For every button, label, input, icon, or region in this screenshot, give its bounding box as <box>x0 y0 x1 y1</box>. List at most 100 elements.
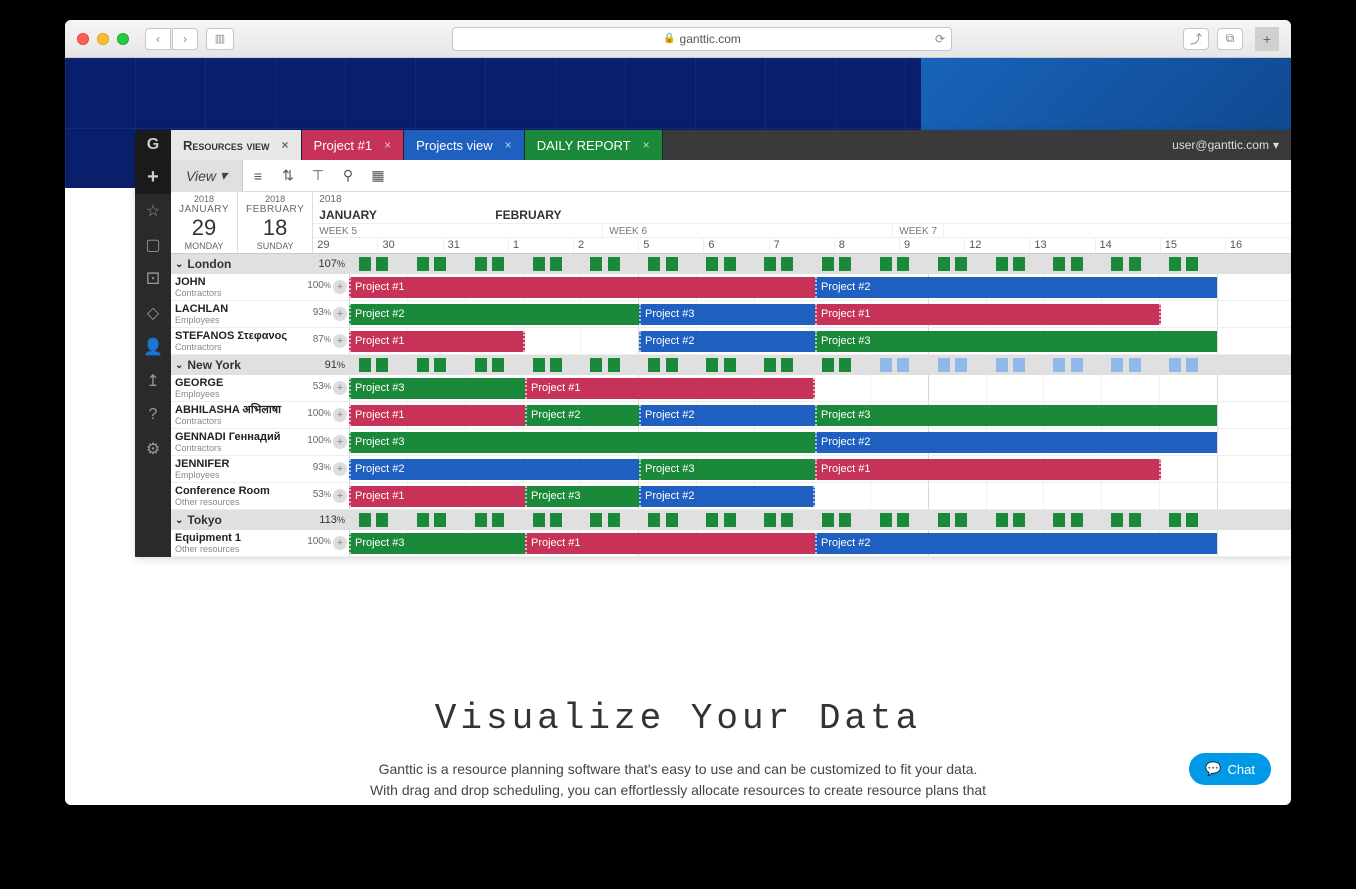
timeline-row[interactable]: Project #3Project #1Project #2 <box>349 530 1291 557</box>
sidebar-toggle-button[interactable]: ▥ <box>206 28 234 50</box>
task-bar[interactable]: Project #1 <box>349 277 815 298</box>
day-label: 14 <box>1096 238 1161 253</box>
add-task-icon[interactable]: + <box>333 280 347 294</box>
close-icon[interactable]: × <box>505 138 512 152</box>
chat-button[interactable]: 💬 Chat <box>1189 753 1271 785</box>
new-tab-button[interactable]: + <box>1255 27 1279 51</box>
gear-icon[interactable]: ⚙ <box>135 432 171 466</box>
task-bar[interactable]: Project #1 <box>349 486 525 507</box>
resource-row[interactable]: LACHLANEmployees93%+ <box>171 301 349 328</box>
add-task-icon[interactable]: + <box>333 462 347 476</box>
window-zoom-button[interactable] <box>117 33 129 45</box>
task-bar[interactable]: Project #3 <box>525 486 639 507</box>
list-icon[interactable]: ≡ <box>243 160 273 191</box>
task-bar[interactable]: Project #3 <box>639 459 815 480</box>
tab-1[interactable]: Project #1× <box>302 130 405 160</box>
task-bar[interactable]: Project #2 <box>525 405 639 426</box>
close-icon[interactable]: × <box>384 138 391 152</box>
add-icon[interactable]: + <box>135 160 171 194</box>
timeline-row[interactable]: Project #1 Project #2Project #3 <box>349 328 1291 355</box>
view-dropdown[interactable]: View▾ <box>171 160 243 191</box>
timeline-row[interactable]: Project #1Project #3Project #2 <box>349 483 1291 510</box>
timeline-row[interactable]: Project #3Project #2 <box>349 429 1291 456</box>
add-task-icon[interactable]: + <box>333 489 347 503</box>
tab-2[interactable]: Projects view× <box>404 130 525 160</box>
filter-icon[interactable]: ⚲ <box>333 160 363 191</box>
add-task-icon[interactable]: + <box>333 334 347 348</box>
task-bar[interactable]: Project #3 <box>815 331 1217 352</box>
calendar-icon[interactable]: ▦ <box>363 160 393 191</box>
marketing-body: Ganttic is a resource planning software … <box>368 759 988 805</box>
task-bar[interactable]: Project #2 <box>349 459 639 480</box>
task-bar[interactable]: Project #2 <box>639 331 815 352</box>
drop-icon[interactable]: ◇ <box>135 296 171 330</box>
user-icon[interactable]: 👤 <box>135 330 171 364</box>
add-task-icon[interactable]: + <box>333 307 347 321</box>
share-button[interactable]: ⤴ <box>1183 28 1209 50</box>
task-bar[interactable]: Project #3 <box>349 432 815 453</box>
import-icon[interactable]: ↥ <box>135 364 171 398</box>
add-task-icon[interactable]: + <box>333 408 347 422</box>
resource-row[interactable]: Conference RoomOther resources53%+ <box>171 483 349 510</box>
resource-row[interactable]: GENNADI ГеннадийContractors100%+ <box>171 429 349 456</box>
task-bar[interactable]: Project #1 <box>815 304 1161 325</box>
add-task-icon[interactable]: + <box>333 381 347 395</box>
folder-icon[interactable]: ⚀ <box>135 262 171 296</box>
task-bar[interactable]: Project #1 <box>815 459 1161 480</box>
task-bar[interactable]: Project #2 <box>639 405 815 426</box>
close-icon[interactable]: × <box>282 138 289 152</box>
resource-row[interactable]: JOHNContractors100%+ <box>171 274 349 301</box>
add-task-icon[interactable]: + <box>333 435 347 449</box>
tab-0[interactable]: Resources view× <box>171 130 302 160</box>
add-task-icon[interactable]: + <box>333 536 347 550</box>
task-bar[interactable]: Project #2 <box>815 533 1217 554</box>
task-bar[interactable]: Project #2 <box>815 277 1217 298</box>
forward-button[interactable]: › <box>172 28 198 50</box>
task-bar[interactable]: Project #1 <box>525 533 815 554</box>
tabs-button[interactable]: ⧉ <box>1217 28 1243 50</box>
task-bar[interactable]: Project #1 <box>349 405 525 426</box>
tab-3[interactable]: DAILY REPORT× <box>525 130 663 160</box>
group-header[interactable]: ⌄Tokyo113% <box>171 510 349 530</box>
star-icon[interactable]: ☆ <box>135 194 171 228</box>
app-logo[interactable]: G <box>135 130 171 160</box>
task-bar[interactable]: Project #3 <box>639 304 815 325</box>
task-bar[interactable]: Project #3 <box>349 533 525 554</box>
resource-row[interactable]: STEFANOS ΣτεφανοςContractors87%+ <box>171 328 349 355</box>
task-bar[interactable]: Project #2 <box>639 486 815 507</box>
task-bar[interactable]: Project #1 <box>349 331 525 352</box>
timeline-row[interactable]: Project #1Project #2 <box>349 274 1291 301</box>
sort-icon[interactable]: ⇅ <box>273 160 303 191</box>
timeline-row[interactable]: Project #2Project #3Project #1 <box>349 456 1291 483</box>
week-label: WEEK 5 <box>313 224 603 237</box>
resource-row[interactable]: GEORGEEmployees53%+ <box>171 375 349 402</box>
resource-row[interactable]: Equipment 1Other resources100%+ <box>171 530 349 557</box>
next-date[interactable]: 2018 FEBRUARY 18 SUNDAY <box>238 192 313 253</box>
timeline-row[interactable]: Project #3Project #1 <box>349 375 1291 402</box>
group-header[interactable]: ⌄London107% <box>171 254 349 274</box>
user-menu[interactable]: user@ganttic.com▾ <box>1160 130 1291 160</box>
date-header: 2018 JANUARY 29 MONDAY 2018 FEBRUARY 18 … <box>135 192 1291 254</box>
task-bar[interactable]: Project #3 <box>349 378 525 399</box>
address-bar[interactable]: 🔒 ganttic.com ⟳ <box>452 27 952 51</box>
task-bar[interactable]: Project #3 <box>815 405 1217 426</box>
group-header[interactable]: ⌄New York91% <box>171 355 349 375</box>
help-icon[interactable]: ? <box>135 398 171 432</box>
resource-row[interactable]: ABHILASHA अभिलाषाContractors100%+ <box>171 402 349 429</box>
paint-icon[interactable]: ⊤ <box>303 160 333 191</box>
back-button[interactable]: ‹ <box>145 28 171 50</box>
day-label: 12 <box>965 238 1030 253</box>
close-icon[interactable]: × <box>643 138 650 152</box>
window-minimize-button[interactable] <box>97 33 109 45</box>
resource-row[interactable]: JENNIFEREmployees93%+ <box>171 456 349 483</box>
timeline-column[interactable]: Project #1Project #2Project #2Project #3… <box>349 254 1291 557</box>
file-icon[interactable]: ▢ <box>135 228 171 262</box>
timeline-row[interactable]: Project #2Project #3Project #1 <box>349 301 1291 328</box>
window-close-button[interactable] <box>77 33 89 45</box>
reload-icon[interactable]: ⟳ <box>935 32 945 46</box>
current-date[interactable]: 2018 JANUARY 29 MONDAY <box>171 192 238 253</box>
timeline-row[interactable]: Project #1Project #2Project #2Project #3 <box>349 402 1291 429</box>
task-bar[interactable]: Project #2 <box>349 304 639 325</box>
task-bar[interactable]: Project #1 <box>525 378 815 399</box>
task-bar[interactable]: Project #2 <box>815 432 1217 453</box>
